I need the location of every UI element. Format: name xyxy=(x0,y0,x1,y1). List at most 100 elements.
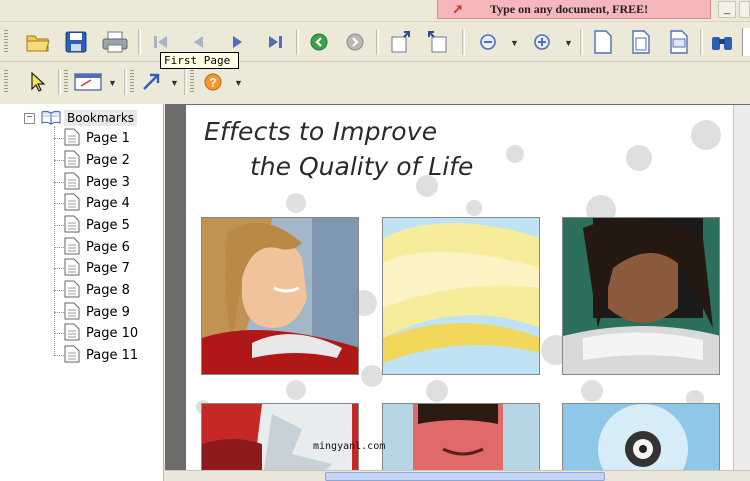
photo-man-reading xyxy=(562,217,720,375)
rotate-clockwise-icon[interactable] xyxy=(424,28,452,56)
link-dropdown-icon[interactable]: ▼ xyxy=(170,78,179,88)
rotate-counterclockwise-icon[interactable] xyxy=(386,28,414,56)
bookmark-item[interactable]: Page 4 xyxy=(54,193,130,213)
maximize-button[interactable] xyxy=(739,1,750,18)
bookmarks-panel: − Bookmarks Page 1 Page 2 Page 3 Page 4 … xyxy=(0,104,164,481)
help-icon[interactable]: ? xyxy=(200,70,226,94)
toolbar-grip[interactable] xyxy=(4,30,8,54)
printer-icon[interactable] xyxy=(100,28,130,56)
title-strip: ➚ Type on any document, FREE! _ xyxy=(0,0,750,22)
decorative-dot xyxy=(286,193,306,213)
bookmarks-root-label: Bookmarks xyxy=(64,110,138,126)
toolbar-separator xyxy=(124,69,127,95)
page-icon xyxy=(64,172,80,193)
horizontal-scroll-thumb[interactable] xyxy=(325,472,605,481)
save-disk-icon[interactable] xyxy=(62,28,90,56)
bookmark-item[interactable]: Page 1 xyxy=(54,128,130,148)
decorative-dot xyxy=(581,380,603,402)
bookmark-item[interactable]: Page 9 xyxy=(54,302,130,322)
document-page: Effects to Improve the Quality of Life xyxy=(186,105,733,481)
toolbar-grip[interactable] xyxy=(4,70,8,94)
page-icon xyxy=(64,128,80,149)
bookmark-label: Page 2 xyxy=(86,152,130,168)
decorative-dot xyxy=(506,145,524,163)
toolbar-separator xyxy=(138,29,141,55)
toolbar-separator xyxy=(296,29,299,55)
first-page-icon[interactable] xyxy=(148,30,174,54)
svg-text:?: ? xyxy=(209,76,216,90)
help-dropdown-icon[interactable]: ▼ xyxy=(234,78,243,88)
next-page-icon[interactable] xyxy=(224,30,250,54)
document-title-line1: Effects to Improve xyxy=(204,117,438,146)
main-toolbar: ▼ ▼ xyxy=(0,22,750,62)
bookmark-label: Page 8 xyxy=(86,282,130,298)
last-page-icon[interactable] xyxy=(262,30,288,54)
toolbar-separator xyxy=(462,29,465,55)
bookmark-label: Page 10 xyxy=(86,325,139,341)
bookmark-item[interactable]: Page 10 xyxy=(54,323,138,343)
open-folder-icon[interactable] xyxy=(24,28,52,56)
page-icon xyxy=(64,323,80,344)
photo-abstract-yellow xyxy=(382,217,540,375)
zoom-out-dropdown-icon[interactable]: ▼ xyxy=(510,38,519,48)
fit-page-icon[interactable] xyxy=(628,28,654,56)
collapse-expander-icon[interactable]: − xyxy=(24,112,35,124)
bookmark-label: Page 5 xyxy=(86,217,130,233)
page-icon xyxy=(64,150,80,171)
bookmark-label: Page 9 xyxy=(86,304,130,320)
bookmark-label: Page 3 xyxy=(86,174,130,190)
document-title-line2: the Quality of Life xyxy=(250,152,474,181)
link-arrow-icon[interactable] xyxy=(138,70,164,94)
open-book-icon xyxy=(41,109,61,128)
bookmark-label: Page 11 xyxy=(86,347,139,363)
toolbar-grip[interactable] xyxy=(130,70,134,94)
toolbar-separator xyxy=(58,69,61,95)
zoom-out-icon[interactable] xyxy=(476,30,500,54)
zoom-in-icon[interactable] xyxy=(530,30,554,54)
decorative-dot xyxy=(426,380,448,402)
toolbar-separator xyxy=(580,29,583,55)
watermark-text: mingyanl.com xyxy=(313,441,386,452)
page-icon xyxy=(64,280,80,301)
promo-banner-text: Type on any document, FREE! xyxy=(490,1,649,16)
bookmark-item[interactable]: Page 7 xyxy=(54,258,130,278)
bookmark-item[interactable]: Page 6 xyxy=(54,237,130,257)
annotation-icon[interactable] xyxy=(72,70,104,94)
fit-width-icon[interactable] xyxy=(666,28,692,56)
promo-banner[interactable]: ➚ Type on any document, FREE! xyxy=(437,0,711,19)
toolbar-grip[interactable] xyxy=(190,70,194,94)
toolbar-separator xyxy=(376,29,379,55)
go-back-icon[interactable] xyxy=(306,30,332,54)
decorative-dot xyxy=(466,200,482,216)
minimize-button[interactable]: _ xyxy=(718,1,736,18)
toolbar-separator xyxy=(700,29,703,55)
select-arrow-icon[interactable] xyxy=(24,70,50,94)
horizontal-scrollbar[interactable] xyxy=(165,470,750,481)
decorative-dot xyxy=(691,120,721,150)
actual-size-icon[interactable] xyxy=(590,28,616,56)
bookmark-label: Page 1 xyxy=(86,130,130,146)
bookmark-label: Page 7 xyxy=(86,260,130,276)
bookmark-item[interactable]: Page 2 xyxy=(54,150,130,170)
decorative-dot xyxy=(626,145,652,171)
paper-plane-icon: ➚ xyxy=(452,1,464,16)
page-icon xyxy=(64,193,80,214)
annotation-dropdown-icon[interactable]: ▼ xyxy=(108,78,117,88)
toolbar-grip[interactable] xyxy=(64,70,68,94)
page-icon xyxy=(64,302,80,323)
decorative-dot xyxy=(361,365,383,387)
toolbar-overflow[interactable] xyxy=(742,28,750,56)
bookmark-item[interactable]: Page 11 xyxy=(54,345,138,365)
previous-page-icon[interactable] xyxy=(186,30,212,54)
bookmark-item[interactable]: Page 3 xyxy=(54,172,130,192)
first-page-tooltip: First Page xyxy=(160,52,239,69)
bookmark-item[interactable]: Page 5 xyxy=(54,215,130,235)
binoculars-icon[interactable] xyxy=(708,30,736,54)
bookmark-label: Page 4 xyxy=(86,195,130,211)
go-forward-icon[interactable] xyxy=(342,30,368,54)
vertical-scrollbar[interactable] xyxy=(733,105,750,470)
decorative-dot xyxy=(286,380,306,400)
bookmarks-root[interactable]: − Bookmarks xyxy=(24,109,138,128)
zoom-in-dropdown-icon[interactable]: ▼ xyxy=(564,38,573,48)
bookmark-item[interactable]: Page 8 xyxy=(54,280,130,300)
